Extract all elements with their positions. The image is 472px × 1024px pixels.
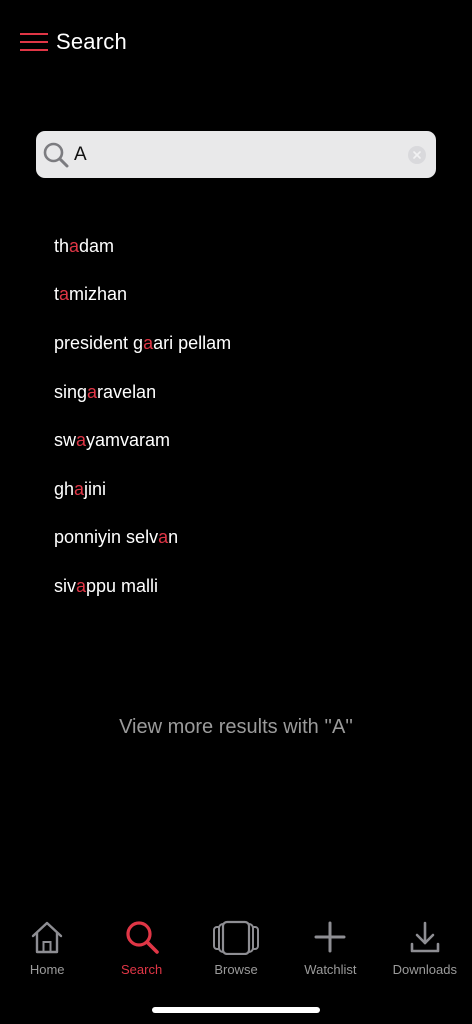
view-more-results-link[interactable]: View more results with ''A'' bbox=[0, 716, 472, 739]
search-bar[interactable] bbox=[36, 131, 436, 178]
tab-label: Watchlist bbox=[304, 962, 357, 977]
browse-stack-icon bbox=[212, 918, 260, 956]
result-item[interactable]: siv a ppu malli bbox=[54, 562, 231, 611]
result-match-highlight: a bbox=[59, 284, 70, 305]
result-text-before: president g bbox=[54, 332, 144, 353]
result-match-highlight: a bbox=[74, 478, 85, 499]
home-icon bbox=[23, 918, 71, 956]
result-item[interactable]: president g a ari pellam bbox=[54, 319, 231, 368]
result-item[interactable]: t a mizhan bbox=[54, 271, 231, 320]
page-title: Search bbox=[56, 29, 127, 54]
clear-icon[interactable] bbox=[408, 145, 426, 164]
result-item[interactable]: gh a jini bbox=[54, 465, 231, 514]
result-item[interactable]: ponniyin selv a n bbox=[54, 514, 231, 563]
result-text-before: siv bbox=[54, 575, 76, 596]
tab-label: Downloads bbox=[392, 962, 457, 977]
bottom-tab-bar: Home Search Browse Watchlist Downloads bbox=[0, 918, 472, 982]
home-indicator[interactable] bbox=[152, 1007, 320, 1013]
download-icon bbox=[401, 918, 449, 956]
result-text-after: n bbox=[168, 527, 179, 548]
result-text-before: ponniyin selv bbox=[54, 527, 159, 548]
result-match-highlight: a bbox=[69, 235, 80, 256]
result-text-before: gh bbox=[54, 478, 75, 499]
search-input[interactable] bbox=[74, 131, 408, 178]
header: Search bbox=[20, 26, 127, 58]
result-text-after: ravelan bbox=[97, 381, 157, 402]
tab-browse[interactable]: Browse bbox=[189, 918, 283, 982]
result-match-highlight: a bbox=[76, 430, 87, 451]
result-text-after: dam bbox=[79, 235, 115, 256]
result-text-before: th bbox=[54, 235, 70, 256]
tab-label: Home bbox=[29, 962, 65, 977]
result-text-after: ari pellam bbox=[153, 332, 232, 353]
search-icon bbox=[42, 141, 70, 169]
tab-label: Search bbox=[121, 962, 163, 977]
result-match-highlight: a bbox=[76, 575, 87, 596]
search-results-list: th a dam t a mizhan president g a ari pellam s… bbox=[54, 222, 231, 611]
tab-label: Browse bbox=[214, 962, 258, 977]
hamburger-menu-icon[interactable] bbox=[20, 32, 48, 52]
result-item[interactable]: th a dam bbox=[54, 222, 231, 271]
result-match-highlight: a bbox=[87, 381, 98, 402]
result-text-after: ppu malli bbox=[86, 575, 159, 596]
tab-home[interactable]: Home bbox=[0, 918, 94, 982]
result-match-highlight: a bbox=[143, 332, 154, 353]
tab-watchlist[interactable]: Watchlist bbox=[283, 918, 377, 982]
result-match-highlight: a bbox=[158, 527, 169, 548]
tab-downloads[interactable]: Downloads bbox=[378, 918, 472, 982]
search-icon bbox=[118, 918, 166, 956]
result-text-before: sw bbox=[54, 430, 76, 451]
result-text-before: sing bbox=[54, 381, 88, 402]
result-item[interactable]: sw a yamvaram bbox=[54, 416, 231, 465]
result-text-after: jini bbox=[84, 478, 107, 499]
result-item[interactable]: sing a ravelan bbox=[54, 368, 231, 417]
result-text-after: yamvaram bbox=[86, 430, 171, 451]
plus-icon bbox=[306, 918, 354, 956]
result-text-after: mizhan bbox=[69, 284, 128, 305]
tab-search[interactable]: Search bbox=[94, 918, 188, 982]
